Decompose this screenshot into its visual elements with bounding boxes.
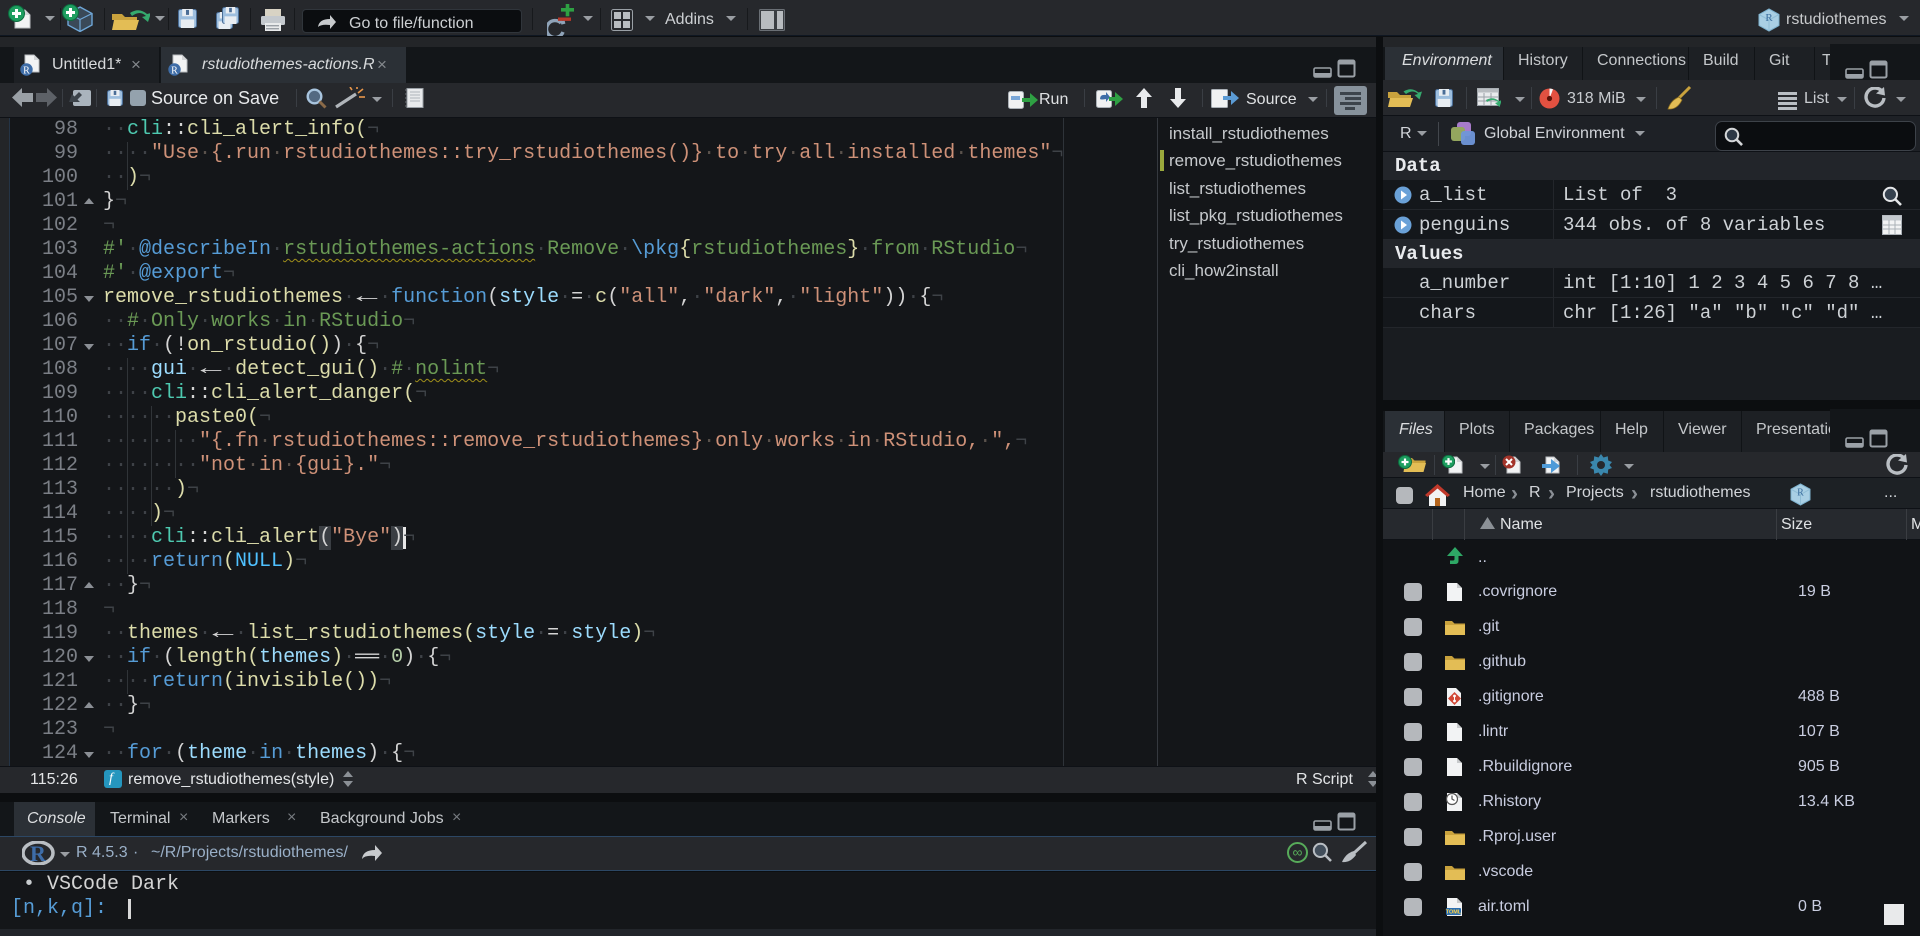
svg-text:R: R: [23, 66, 30, 77]
svg-text:TOML: TOML: [1446, 910, 1462, 916]
svg-text:R: R: [1765, 12, 1773, 24]
svg-text:R: R: [171, 66, 178, 77]
svg-text:R: R: [1797, 488, 1804, 499]
svg-text:∞: ∞: [1293, 844, 1303, 860]
svg-text:R: R: [30, 841, 47, 865]
